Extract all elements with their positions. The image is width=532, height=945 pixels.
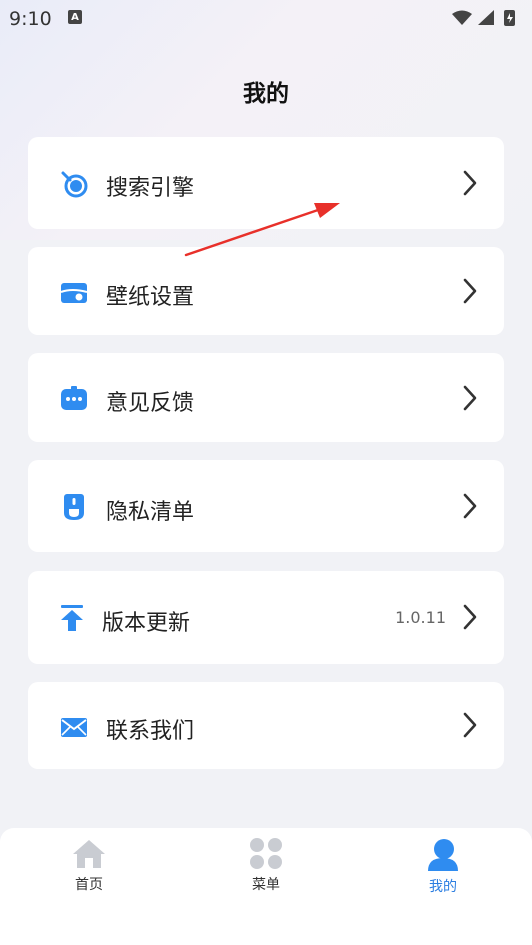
- mail-icon: [61, 718, 87, 737]
- status-icons: [452, 10, 515, 26]
- menu-label: 隐私清单: [106, 500, 195, 525]
- tab-label: 我的: [429, 879, 457, 895]
- menu-label: 搜索引擎: [106, 176, 195, 201]
- version-number: 1.0.11: [395, 608, 446, 627]
- tab-menu[interactable]: 菜单: [216, 838, 316, 894]
- menu-item-search-engine[interactable]: 搜索引擎: [28, 137, 504, 229]
- chevron-right-icon: [463, 493, 477, 519]
- tab-label: 首页: [75, 877, 103, 893]
- chevron-right-icon: [463, 278, 477, 304]
- bottom-tab-bar: 首页 菜单 我的: [0, 828, 532, 945]
- menu-label: 联系我们: [106, 719, 195, 744]
- menu-label: 版本更新: [102, 611, 191, 636]
- search-engine-icon: [61, 171, 88, 198]
- chevron-right-icon: [463, 170, 477, 196]
- tab-home[interactable]: 首页: [39, 838, 139, 894]
- menu-label: 意见反馈: [106, 391, 195, 416]
- wifi-icon: [452, 10, 472, 25]
- page-title: 我的: [243, 81, 289, 107]
- tab-label: 菜单: [252, 877, 280, 893]
- home-icon: [73, 840, 105, 868]
- tab-mine[interactable]: 我的: [393, 838, 493, 896]
- grid-icon: [250, 838, 282, 869]
- menu-item-contact[interactable]: 联系我们: [28, 682, 504, 769]
- status-bar: 9:10 A: [0, 0, 532, 36]
- menu-item-feedback[interactable]: 意见反馈: [28, 353, 504, 442]
- wallpaper-icon: [60, 283, 88, 303]
- status-time: 9:10: [9, 8, 52, 30]
- notification-icon: A: [68, 10, 82, 24]
- privacy-icon: [64, 494, 84, 520]
- menu-item-update[interactable]: 版本更新 1.0.11: [28, 571, 504, 664]
- menu-item-wallpaper[interactable]: 壁纸设置: [28, 247, 504, 335]
- update-icon: [61, 605, 83, 631]
- chevron-right-icon: [463, 385, 477, 411]
- menu-item-privacy[interactable]: 隐私清单: [28, 460, 504, 552]
- feedback-icon: [61, 386, 87, 410]
- person-icon: [428, 839, 458, 871]
- chevron-right-icon: [463, 712, 477, 738]
- menu-label: 壁纸设置: [106, 285, 195, 310]
- signal-icon: [478, 10, 494, 25]
- chevron-right-icon: [463, 604, 477, 630]
